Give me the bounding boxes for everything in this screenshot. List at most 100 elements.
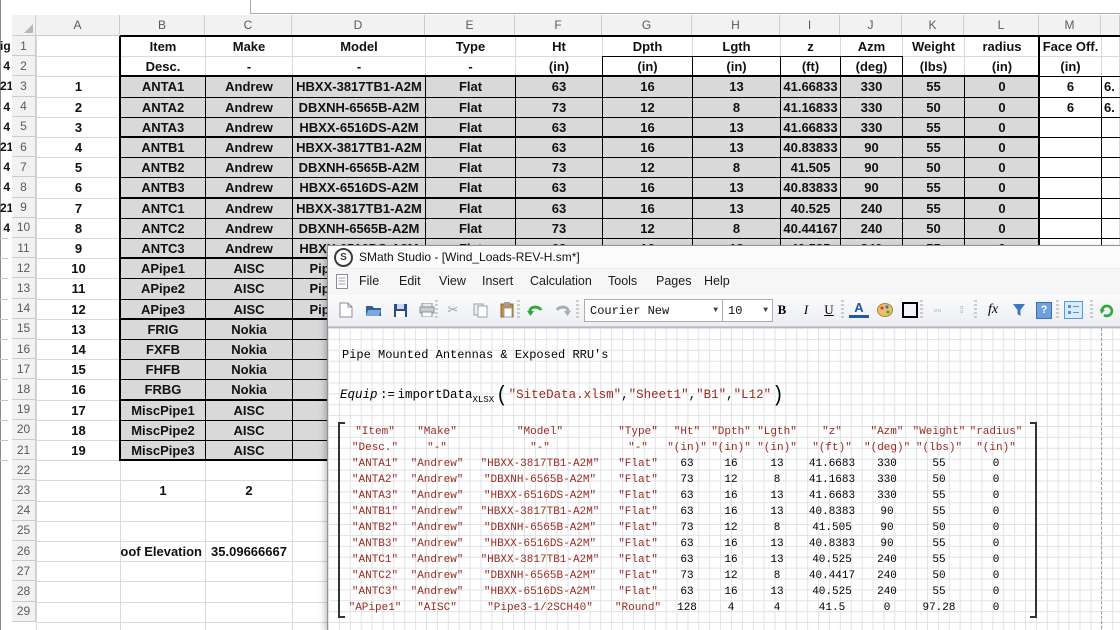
open-file-icon[interactable] bbox=[363, 300, 383, 320]
cell[interactable]: 16 bbox=[602, 117, 693, 138]
cell[interactable]: 50 bbox=[902, 218, 965, 239]
cell[interactable]: 40.44167 bbox=[780, 218, 841, 239]
menu-help[interactable]: Help bbox=[704, 274, 730, 288]
cell[interactable]: APipe1 bbox=[120, 258, 206, 279]
cell[interactable]: 41.505 bbox=[780, 157, 841, 178]
cell[interactable]: Azm bbox=[840, 36, 903, 57]
cell[interactable]: Flat bbox=[425, 177, 516, 198]
cell[interactable]: Flat bbox=[425, 76, 516, 97]
column-header-E[interactable]: E bbox=[425, 15, 515, 36]
menu-edit[interactable]: Edit bbox=[399, 274, 421, 288]
font-size-combo[interactable]: 10▼ bbox=[722, 299, 773, 322]
align-vertical-icon[interactable]: ▫▫ bbox=[952, 300, 972, 320]
cell[interactable]: HBXX-6516DS-A2M bbox=[292, 177, 426, 198]
column-header-H[interactable]: H bbox=[692, 15, 780, 36]
align-horizontal-icon[interactable]: ▫▫ bbox=[928, 300, 948, 320]
copy-icon[interactable] bbox=[470, 300, 490, 320]
cell[interactable]: 40.525 bbox=[780, 198, 841, 219]
cell[interactable]: (ft) bbox=[780, 56, 841, 77]
cell[interactable]: 240 bbox=[840, 198, 903, 219]
cell[interactable]: HBXX-6516DS-A2M bbox=[292, 117, 426, 138]
column-header-C[interactable]: C bbox=[205, 15, 292, 36]
cell[interactable]: 13 bbox=[692, 76, 781, 97]
row-header-7[interactable]: 7 bbox=[12, 157, 36, 177]
cell[interactable]: ANTC1 bbox=[120, 198, 206, 219]
cell[interactable]: Nokia bbox=[205, 339, 293, 360]
column-header-M[interactable]: M bbox=[1039, 15, 1101, 36]
column-header-D[interactable]: D bbox=[292, 15, 425, 36]
cell[interactable]: DBXNH-6565B-A2M bbox=[292, 218, 426, 239]
row-header-14[interactable]: 14 bbox=[12, 299, 36, 319]
cell[interactable]: 6 bbox=[1039, 97, 1102, 118]
cell[interactable]: 13 bbox=[692, 177, 781, 198]
cell[interactable]: (in) bbox=[692, 56, 781, 77]
cell[interactable]: 55 bbox=[902, 117, 965, 138]
row-header-1[interactable]: 1 bbox=[12, 36, 36, 56]
cell[interactable]: 13 bbox=[692, 137, 781, 158]
cell[interactable]: 6 bbox=[1039, 76, 1102, 97]
column-header-J[interactable]: J bbox=[840, 15, 902, 36]
cell[interactable]: Andrew bbox=[205, 198, 293, 219]
cell[interactable]: 63 bbox=[515, 177, 603, 198]
cell[interactable]: Andrew bbox=[205, 157, 293, 178]
cell[interactable]: 19 bbox=[36, 440, 121, 461]
cell[interactable]: 17 bbox=[36, 400, 121, 421]
cell[interactable]: Type bbox=[425, 36, 516, 57]
row-header-17[interactable]: 17 bbox=[12, 359, 36, 379]
cell[interactable]: 6 bbox=[36, 177, 121, 198]
cell[interactable]: 240 bbox=[840, 218, 903, 239]
cell[interactable] bbox=[1101, 218, 1120, 239]
row-header-5[interactable]: 5 bbox=[12, 117, 36, 137]
cell[interactable]: - bbox=[292, 56, 426, 77]
row-header-3[interactable]: 3 bbox=[12, 76, 36, 96]
cell[interactable] bbox=[1039, 137, 1102, 158]
cell[interactable]: Make bbox=[205, 36, 293, 57]
cell[interactable] bbox=[1039, 198, 1102, 219]
cut-icon[interactable]: ✂ bbox=[443, 300, 463, 320]
cell[interactable]: Flat bbox=[425, 198, 516, 219]
cell[interactable] bbox=[1039, 157, 1102, 178]
cell[interactable]: 0 bbox=[964, 157, 1040, 178]
cell[interactable]: 0 bbox=[964, 76, 1040, 97]
cell[interactable]: ANTA2 bbox=[120, 97, 206, 118]
cell[interactable]: (in) bbox=[602, 56, 693, 77]
row-header-8[interactable]: 8 bbox=[12, 177, 36, 197]
cell[interactable]: 41.66833 bbox=[780, 76, 841, 97]
cell[interactable]: z bbox=[780, 36, 841, 57]
cell[interactable]: (lbs) bbox=[902, 56, 965, 77]
cell[interactable]: 40.83833 bbox=[780, 137, 841, 158]
cell[interactable]: 55 bbox=[902, 137, 965, 158]
cell[interactable]: 63 bbox=[515, 198, 603, 219]
cell[interactable]: 14 bbox=[36, 339, 121, 360]
row-header-28[interactable]: 28 bbox=[12, 581, 36, 601]
cell[interactable]: 12 bbox=[602, 157, 693, 178]
cell[interactable]: 8 bbox=[36, 218, 121, 239]
cell[interactable]: DBXNH-6565B-A2M bbox=[292, 157, 426, 178]
cell[interactable]: Flat bbox=[425, 117, 516, 138]
cell[interactable]: Weight bbox=[902, 36, 965, 57]
cell[interactable] bbox=[1039, 117, 1102, 138]
cell[interactable] bbox=[1101, 157, 1120, 178]
cell[interactable]: - bbox=[205, 56, 293, 77]
cell[interactable]: 16 bbox=[602, 76, 693, 97]
cell[interactable]: Dpth bbox=[602, 36, 693, 57]
cell[interactable]: 63 bbox=[515, 137, 603, 158]
cell[interactable]: 18 bbox=[36, 420, 121, 441]
new-document-icon[interactable] bbox=[336, 300, 356, 320]
cell[interactable]: 0 bbox=[964, 137, 1040, 158]
menu-insert[interactable]: Insert bbox=[482, 274, 513, 288]
cell[interactable]: 13 bbox=[692, 198, 781, 219]
row-header-13[interactable]: 13 bbox=[12, 278, 36, 298]
cell[interactable]: 73 bbox=[515, 97, 603, 118]
cell[interactable]: 0 bbox=[964, 177, 1040, 198]
help-book-button[interactable]: ? bbox=[1034, 300, 1054, 320]
cell[interactable]: 8 bbox=[692, 97, 781, 118]
cell[interactable]: - bbox=[425, 56, 516, 77]
column-header-B[interactable]: B bbox=[120, 15, 205, 36]
cell[interactable]: 330 bbox=[840, 97, 903, 118]
cell[interactable]: 330 bbox=[840, 76, 903, 97]
cell[interactable]: 16 bbox=[602, 177, 693, 198]
cell[interactable]: FRBG bbox=[120, 379, 206, 400]
row-header-29[interactable]: 29 bbox=[12, 602, 36, 622]
cell[interactable]: 330 bbox=[840, 117, 903, 138]
